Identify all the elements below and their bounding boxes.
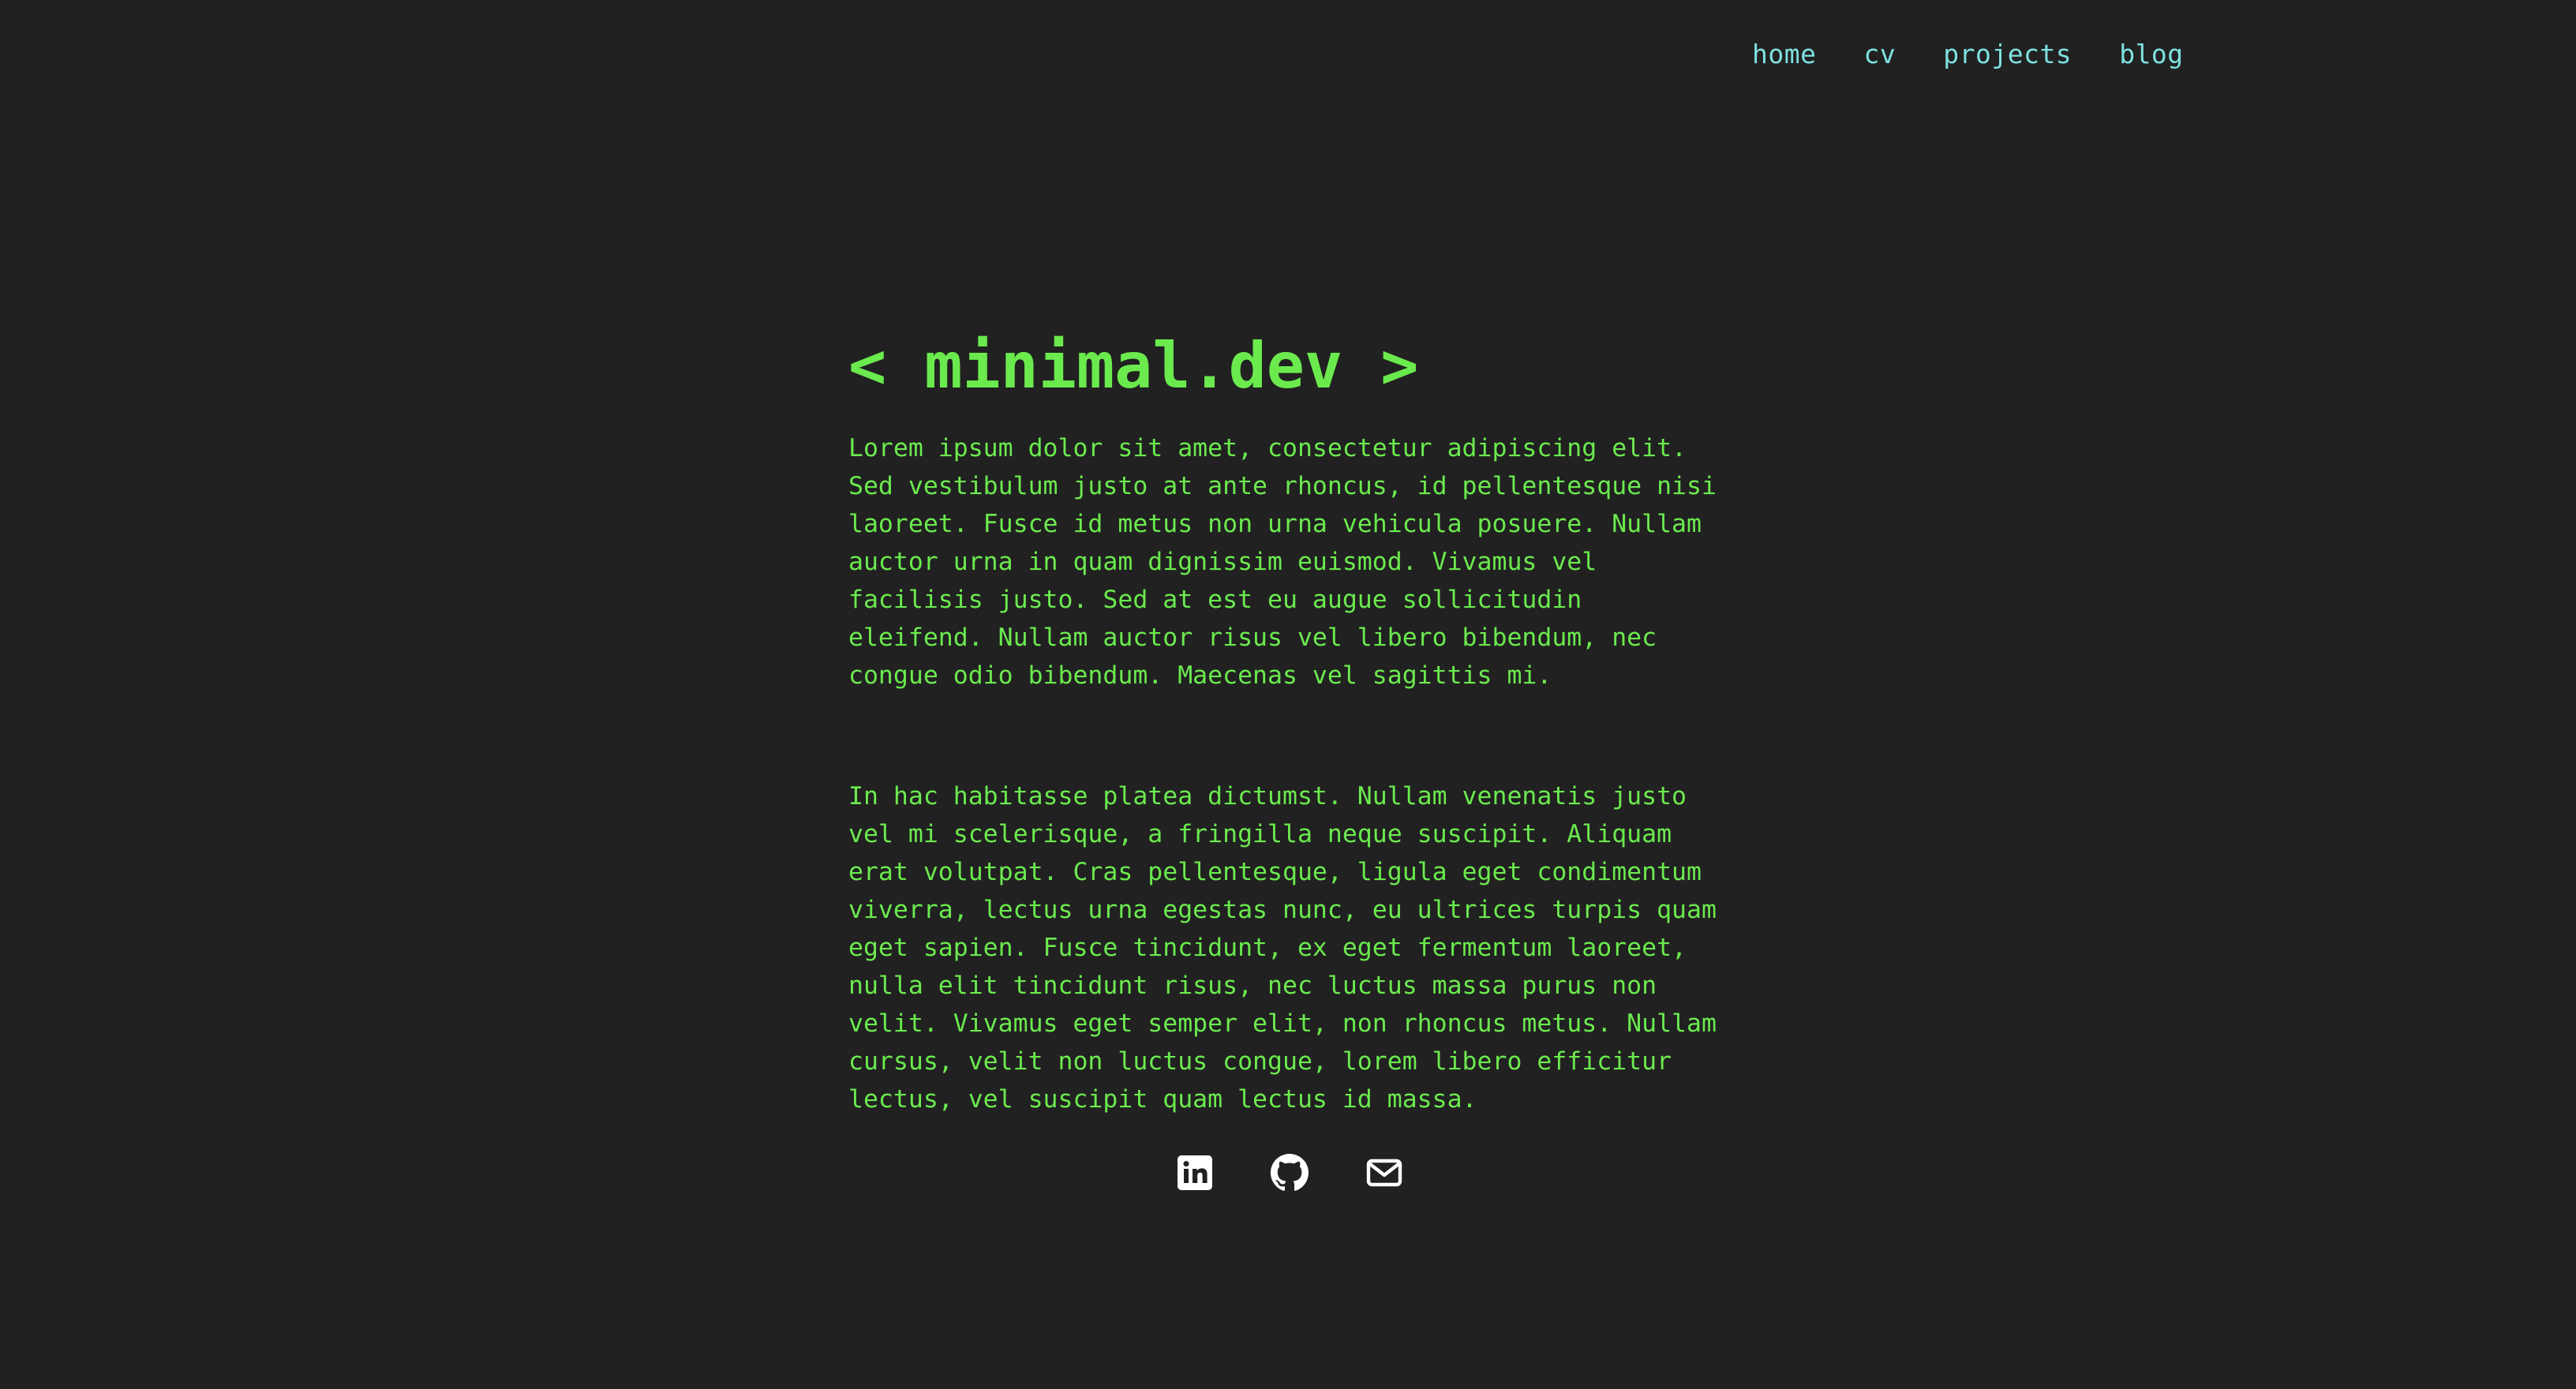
linkedin-link[interactable] bbox=[1176, 1154, 1214, 1192]
email-link[interactable] bbox=[1365, 1154, 1403, 1192]
nav-link-projects[interactable]: projects bbox=[1943, 36, 2072, 73]
email-icon bbox=[1366, 1159, 1402, 1187]
nav-link-cv[interactable]: cv bbox=[1863, 36, 1896, 73]
intro-paragraph: Lorem ipsum dolor sit amet, consectetur … bbox=[848, 434, 1717, 690]
linkedin-icon bbox=[1178, 1155, 1212, 1190]
social-links bbox=[1176, 1154, 1403, 1192]
main-content: < minimal.dev > Lorem ipsum dolor sit am… bbox=[848, 319, 1748, 1118]
top-nav: home cv projects blog bbox=[1752, 36, 2184, 73]
page-title: < minimal.dev > bbox=[848, 329, 1419, 402]
github-icon bbox=[1271, 1154, 1309, 1191]
nav-link-home[interactable]: home bbox=[1752, 36, 1816, 73]
github-link[interactable] bbox=[1271, 1154, 1309, 1192]
nav-link-blog[interactable]: blog bbox=[2119, 36, 2183, 73]
second-paragraph: In hac habitasse platea dictumst. Nullam… bbox=[848, 782, 1717, 1114]
